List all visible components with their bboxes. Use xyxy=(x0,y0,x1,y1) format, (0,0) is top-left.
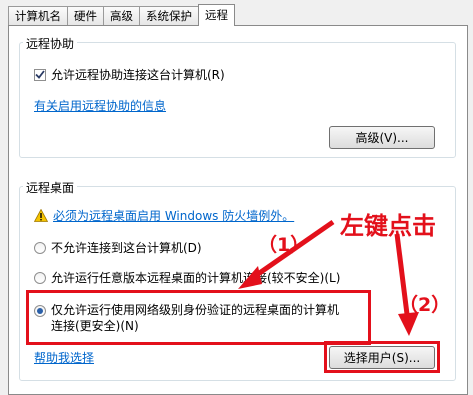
arrow-to-button-line xyxy=(394,233,411,323)
annotation-arrows xyxy=(238,219,419,336)
arrow-to-button-head xyxy=(398,312,419,336)
arrow-to-option-line xyxy=(246,219,335,284)
arrow-to-option-head xyxy=(238,266,262,289)
tab-remote[interactable]: 远程 xyxy=(198,4,235,26)
